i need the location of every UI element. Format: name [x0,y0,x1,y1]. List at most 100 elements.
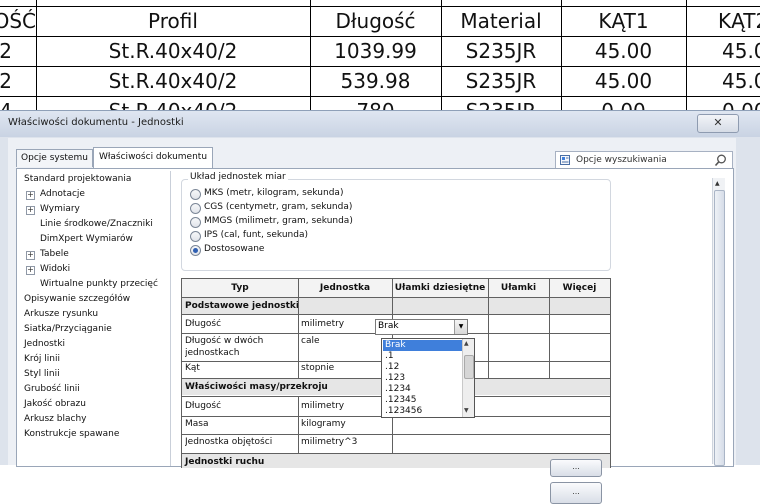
search-input[interactable]: Opcje wyszukiwania [576,155,667,165]
dialog-titlebar[interactable]: Właściwości dokumentu - Jednostki ✕ [0,111,760,137]
tree-item[interactable]: DimXpert Wymiarów [40,232,133,247]
tab-document-properties[interactable]: Właściwości dokumentu [93,147,213,168]
expand-icon[interactable]: + [26,206,35,215]
table-cell: St.R.40x40/2 [108,39,238,63]
radio-button[interactable] [190,217,201,228]
tree-item[interactable]: Widoki [40,262,70,277]
dialog-body: Opcje systemu Właściwości dokumentu Opcj… [8,138,736,504]
more-button[interactable]: ... [550,459,602,477]
grid-line [298,279,299,378]
options-doc-icon [560,155,570,165]
tree-item[interactable]: Arkusze rysunku [24,307,98,322]
table-cell: 2 [0,69,12,93]
radio-label: Dostosowane [204,244,265,254]
radio-button[interactable] [190,231,201,242]
dropdown-option[interactable]: .12 [383,362,463,373]
radio-button-checked[interactable] [190,245,201,256]
panel-scrollbar[interactable]: ▲ [712,178,725,466]
close-button[interactable]: ✕ [697,114,739,133]
radio-label: MKS (metr, kilogram, sekunda) [204,188,344,198]
grid-type-cell: Długość [185,319,222,329]
table-cell: S235JR [465,69,537,93]
tree-item[interactable]: Styl linii [24,367,60,382]
table-cell: 1039.99 [334,39,417,63]
bom-header-cell: KĄT2 [718,9,760,33]
tree-item[interactable]: Opisywanie szczegółów [24,292,130,307]
table-cell: 539.98 [340,69,411,93]
grid-header: Ułamki [488,279,549,297]
chevron-down-icon[interactable]: ▼ [454,320,467,334]
tree-item[interactable]: Jakość obrazu [24,397,86,412]
radio-button[interactable] [190,189,201,200]
more-button-label: ... [572,462,580,471]
decimals-select[interactable]: Brak ▼ [375,319,468,335]
close-icon: ✕ [713,116,723,129]
expand-icon[interactable]: + [26,251,35,260]
tree-item[interactable]: Wymiary [40,202,80,217]
decimals-dropdown-list: Brak .1 .12 .123 .1234 .12345 .123456 ▲ … [381,338,475,418]
decimals-select-value: Brak [378,321,399,331]
tree-item[interactable]: Konstrukcje spawane [24,427,119,442]
grid-line [488,279,489,378]
tree-item-selected[interactable]: Jednostki [24,337,66,352]
radio-button[interactable] [190,203,201,214]
scroll-up-icon[interactable]: ▲ [715,180,720,187]
search-icon[interactable] [714,154,727,167]
grid-type-cell: Masa [185,419,209,429]
table-cell: 45.0 [722,39,760,63]
unit-system-legend: Układ jednostek miar [188,172,288,182]
dropdown-option[interactable]: .12345 [383,395,463,406]
radio-label: MMGS (milimetr, gram, sekunda) [204,216,353,226]
table-row: 2 St.R.40x40/2 539.98 S235JR 45.00 45.0 [0,66,760,96]
tree-item[interactable]: Wirtualne punkty przecięć [40,277,158,292]
dropdown-scroll-thumb[interactable] [464,355,474,379]
grid-unit-cell[interactable]: milimetry [301,401,391,413]
scroll-down-icon[interactable]: ▼ [464,407,469,414]
tree-item[interactable]: Linie środkowe/Znaczniki [40,217,153,232]
radio-label: CGS (centymetr, gram, sekunda) [204,202,353,212]
bom-table: OŚĆ Profil Długość Material KĄT1 KĄT2 2 … [0,0,760,123]
grid-header: Typ [182,279,298,297]
dropdown-option[interactable]: .123456 [383,406,463,417]
more-button[interactable]: ... [550,482,602,504]
dropdown-option[interactable]: .123 [383,373,463,384]
grid-unit-cell[interactable]: milimetry^3 [301,437,391,449]
tree-item[interactable]: Arkusz blachy [24,412,86,427]
grid-line [182,434,610,435]
expand-icon[interactable]: + [26,191,35,200]
scrollbar-thumb[interactable] [714,190,725,466]
tab-label: Właściwości dokumentu [98,152,208,162]
bom-header-cell: OŚĆ [0,9,36,33]
dropdown-scrollbar[interactable]: ▲ ▼ [462,339,474,417]
tree-item[interactable]: Krój linii [24,352,60,367]
expand-icon[interactable]: + [26,266,35,275]
tree-item[interactable]: Standard projektowania [24,172,131,187]
grid-type-cell: Jednostka objętości [185,437,273,447]
tab-system-options[interactable]: Opcje systemu [16,149,93,167]
more-button-label: ... [572,487,580,496]
grid-unit-cell[interactable]: kilogramy [301,419,391,431]
dropdown-option[interactable]: .1234 [383,384,463,395]
grid-unit-cell[interactable]: cale [301,336,391,348]
bom-header-cell: Profil [148,9,198,33]
table-cell: 2 [0,39,12,63]
dropdown-option[interactable]: .1 [383,351,463,362]
tree-item[interactable]: Siatka/Przyciąganie [24,322,112,337]
tree-item[interactable]: Tabele [40,247,69,262]
grid-line [182,297,610,298]
section-basic-units: Podstawowe jednostki [182,298,610,314]
scroll-up-icon[interactable]: ▲ [464,340,469,347]
table-cell: 45.00 [594,69,653,93]
tab-label: Opcje systemu [21,153,88,163]
grid-header: Więcej [549,279,610,297]
table-cell: 45.00 [594,39,653,63]
tree-item[interactable]: Adnotacje [40,187,85,202]
section-motion-units: Jednostki ruchu [182,454,610,468]
bom-header-cell: Material [460,9,542,33]
bom-header-cell: KĄT1 [598,9,649,33]
grid-line [182,453,610,454]
dropdown-option[interactable]: Brak [383,340,463,351]
grid-unit-cell[interactable]: stopnie [301,363,391,375]
tree-item[interactable]: Grubość linii [24,382,80,397]
grid-type-cell: jednostkach [185,348,240,358]
